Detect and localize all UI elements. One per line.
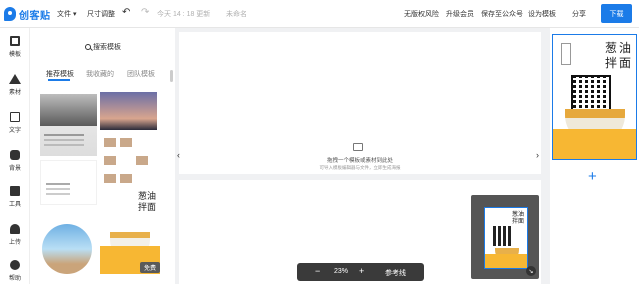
tab-recommended[interactable]: 推荐模板 xyxy=(46,69,74,79)
rail-label: 模板 xyxy=(8,52,21,58)
guides-button[interactable]: 参考线 xyxy=(385,268,406,278)
redo-icon[interactable]: ↷ xyxy=(141,7,149,19)
rail-label: 文字 xyxy=(8,128,21,134)
template-thumbnail[interactable] xyxy=(40,94,97,156)
text-icon xyxy=(10,112,20,122)
logo-icon xyxy=(4,7,16,21)
add-page-button[interactable]: + xyxy=(588,168,597,185)
rail-item-upload[interactable]: 上传 xyxy=(0,224,30,246)
rail-item-material[interactable]: 素材 xyxy=(0,74,30,96)
active-tab-indicator xyxy=(48,79,70,81)
zoom-out-button[interactable]: − xyxy=(315,266,320,276)
rail-label: 背景 xyxy=(8,166,21,172)
poster-title: 葱油拌面 xyxy=(605,41,634,70)
copyright-button[interactable]: 无版权风险 xyxy=(404,9,439,19)
save-status: 今天 14 : 18 更新 xyxy=(157,11,211,18)
download-button[interactable]: 下载 xyxy=(601,4,632,23)
page-name[interactable]: 未命名 xyxy=(226,9,247,19)
canvas-sub-hint: 可导入模板编辑器与文件，立即生成海报 xyxy=(319,165,401,170)
collapse-minimap-icon[interactable]: ↘ xyxy=(526,266,536,276)
rail-item-help[interactable]: 帮助 xyxy=(0,260,30,282)
chevron-left-icon[interactable]: ‹ xyxy=(177,150,180,160)
rail-label: 素材 xyxy=(8,90,21,96)
tab-favorites[interactable]: 我收藏的 xyxy=(86,69,114,79)
zoom-level[interactable]: 23% xyxy=(334,268,348,275)
rail-label: 上传 xyxy=(8,240,21,246)
page-strip: 葱油拌面 + xyxy=(550,28,639,284)
canvas-page[interactable] xyxy=(179,32,541,174)
tab-team[interactable]: 团队模板 xyxy=(127,69,155,79)
upgrade-button[interactable]: 升级会员 xyxy=(446,9,474,19)
rail-item-tools[interactable]: 工具 xyxy=(0,186,30,208)
search-label: 搜索模板 xyxy=(93,44,121,51)
toolbox-icon xyxy=(10,186,20,196)
rail-label: 帮助 xyxy=(8,276,21,282)
poster-band xyxy=(553,129,636,159)
rail-item-template[interactable]: 模板 xyxy=(0,36,30,58)
rail-item-background[interactable]: 背景 xyxy=(0,150,30,172)
logo[interactable]: 创客贴 xyxy=(4,6,51,22)
top-toolbar: 创客贴 文件 ▾ 尺寸调整 ↶ ↷ 今天 14 : 18 更新 未命名 无版权风… xyxy=(0,0,639,28)
chevron-right-icon[interactable]: › xyxy=(536,150,539,160)
set-template-button[interactable]: 设为模板 xyxy=(528,9,556,19)
undo-icon[interactable]: ↶ xyxy=(122,7,130,19)
template-search[interactable]: 搜索模板 xyxy=(85,42,121,52)
template-thumbnail[interactable] xyxy=(40,214,97,284)
resize-button[interactable]: 尺寸调整 xyxy=(87,9,115,19)
template-panel: 搜索模板 推荐模板 我收藏的 团队模板 葱油拌面 免费 xyxy=(30,28,175,284)
shapes-icon xyxy=(9,74,21,84)
minimap-title: 葱油拌面 xyxy=(512,211,525,225)
drop-icon xyxy=(353,143,363,151)
panel-scrollbar[interactable] xyxy=(170,70,173,82)
zoom-in-button[interactable]: + xyxy=(359,266,364,276)
template-thumbnail[interactable] xyxy=(40,160,97,205)
minimap-page: 葱油拌面 xyxy=(484,207,528,269)
upload-icon xyxy=(10,224,20,234)
zoom-bar: − 23% + 参考线 xyxy=(297,263,424,281)
search-icon xyxy=(85,44,91,50)
rail-item-text[interactable]: 文字 xyxy=(0,112,30,134)
minimap[interactable]: 葱油拌面 ↘ xyxy=(471,195,539,279)
template-thumbnail[interactable] xyxy=(100,134,157,189)
save-to-mp-button[interactable]: 保存至公众号 xyxy=(481,9,523,19)
poster-side-tag xyxy=(561,43,571,65)
template-icon xyxy=(10,36,20,46)
share-button[interactable]: 分享 xyxy=(572,9,586,19)
canvas-hint: 拖拽一个模板或素材到此处 xyxy=(326,158,393,164)
logo-text: 创客贴 xyxy=(19,10,51,22)
page-thumbnail[interactable]: 葱油拌面 xyxy=(552,34,637,160)
file-menu[interactable]: 文件 ▾ xyxy=(57,9,76,19)
template-title: 葱油拌面 xyxy=(138,192,157,213)
help-icon xyxy=(10,260,20,270)
background-icon xyxy=(10,150,20,160)
tool-rail: 模板 素材 文字 背景 工具 上传 帮助 xyxy=(0,28,30,284)
free-badge: 免费 xyxy=(140,262,160,273)
template-thumbnail[interactable] xyxy=(100,92,157,130)
canvas-area: ‹ › 拖拽一个模板或素材到此处 可导入模板编辑器与文件，立即生成海报 − 23… xyxy=(175,28,550,284)
rail-label: 工具 xyxy=(8,202,21,208)
